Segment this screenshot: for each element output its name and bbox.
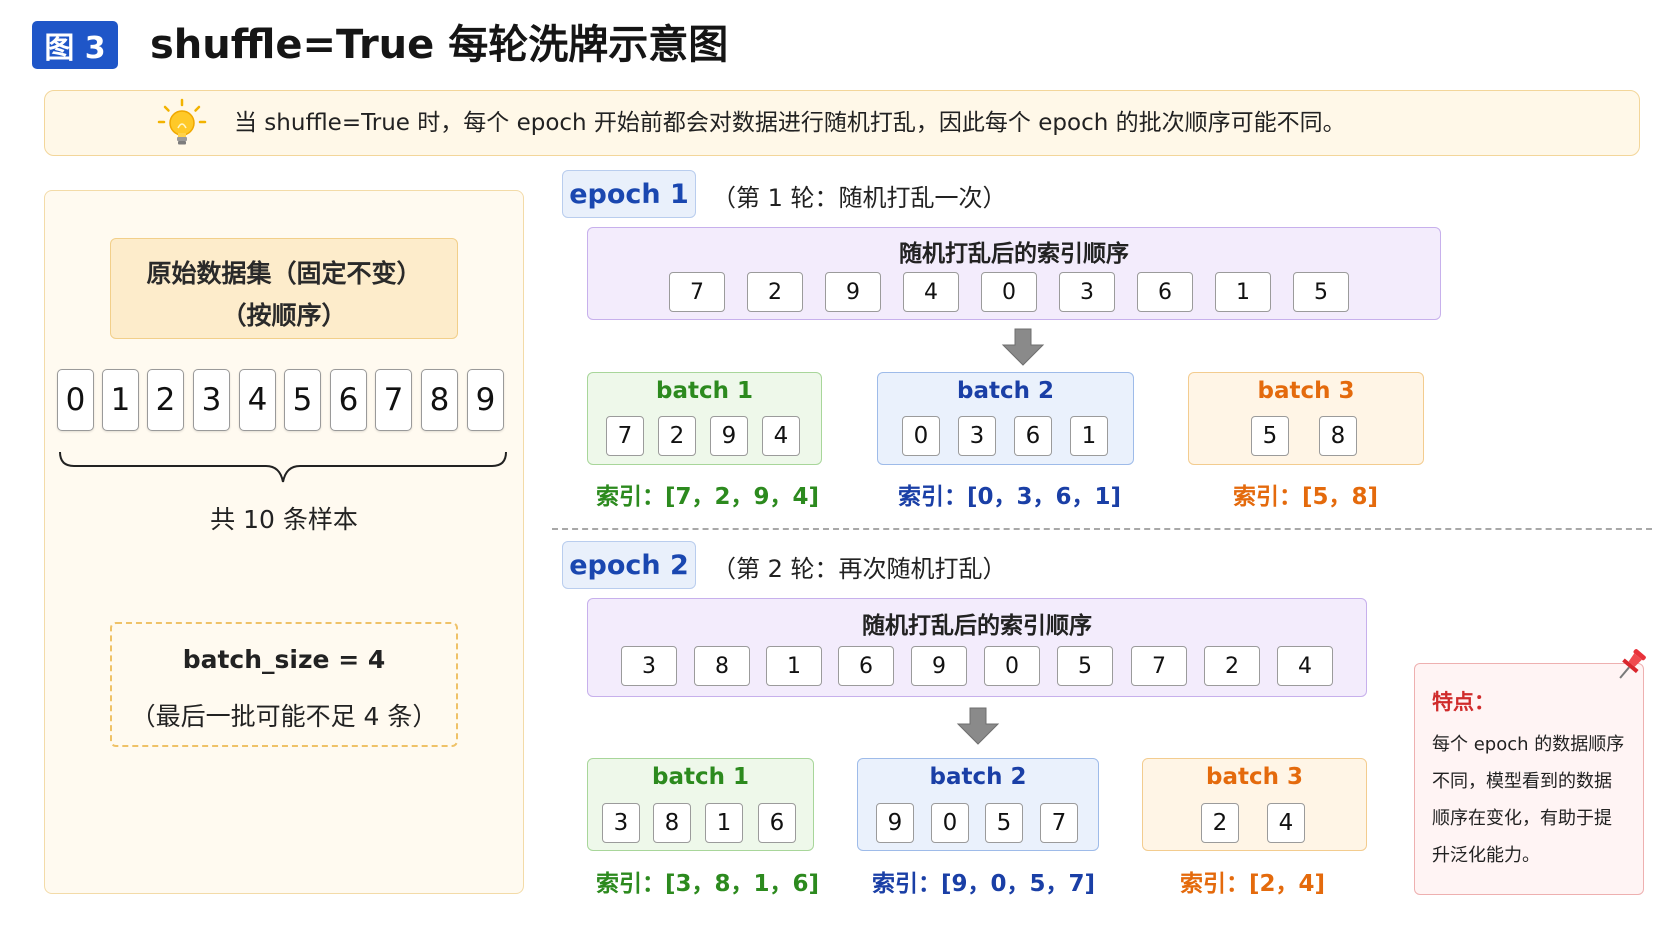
curly-brace <box>59 451 507 483</box>
page-title: shuffle=True 每轮洗牌示意图 <box>150 22 729 68</box>
order-cell: 9 <box>825 272 881 312</box>
batch-cell: 2 <box>658 416 696 456</box>
sample-cell: 7 <box>375 369 412 431</box>
sample-cell: 1 <box>102 369 139 431</box>
epoch-1-desc: （第 1 轮：随机打乱一次） <box>712 184 1007 212</box>
batch-cell: 5 <box>1251 416 1289 456</box>
order-cell: 5 <box>1293 272 1349 312</box>
order-cell: 6 <box>838 646 894 686</box>
dataset-subtitle: （按顺序） <box>221 301 347 330</box>
epoch-2-shuffle-title: 随机打乱后的索引顺序 <box>862 613 1092 639</box>
epoch-divider <box>552 528 1652 530</box>
batch-cell: 9 <box>876 803 914 843</box>
note-text: 当 shuffle=True 时，每个 epoch 开始前都会对数据进行随机打乱… <box>234 110 1346 136</box>
order-cell: 8 <box>694 646 750 686</box>
sample-cell: 4 <box>239 369 276 431</box>
batch-index-text: 索引：[2，4] <box>1180 871 1326 897</box>
batch-title: batch 1 <box>656 378 753 404</box>
batch-size-label: batch_size = 4 <box>182 645 386 674</box>
sample-cell: 9 <box>467 369 504 431</box>
batch-title: batch 3 <box>1257 378 1355 404</box>
order-cell: 1 <box>1215 272 1271 312</box>
feature-line: 顺序在变化，有助于提 <box>1432 808 1612 829</box>
order-cell: 0 <box>981 272 1037 312</box>
sample-cell: 3 <box>193 369 230 431</box>
batch-cell: 7 <box>606 416 644 456</box>
order-cell: 2 <box>747 272 803 312</box>
sample-cell: 8 <box>421 369 458 431</box>
batch-cell: 0 <box>931 803 969 843</box>
batch-cell: 2 <box>1201 803 1239 843</box>
batch-cell: 1 <box>705 803 743 843</box>
order-cell: 7 <box>669 272 725 312</box>
batch-cell: 9 <box>710 416 748 456</box>
feature-line: 每个 epoch 的数据顺序 <box>1432 734 1625 755</box>
order-cell: 0 <box>984 646 1040 686</box>
epoch-2-desc: （第 2 轮：再次随机打乱） <box>712 555 1007 583</box>
batch-index-text: 索引：[0，3，6，1] <box>898 484 1122 510</box>
sample-cell: 2 <box>147 369 184 431</box>
order-cell: 3 <box>1059 272 1115 312</box>
batch-cell: 0 <box>902 416 940 456</box>
feature-body: 每个 epoch 的数据顺序 不同，模型看到的数据 顺序在变化，有助于提 升泛化… <box>1432 726 1638 874</box>
order-cell: 7 <box>1131 646 1187 686</box>
order-cell: 2 <box>1204 646 1260 686</box>
feature-title: 特点： <box>1432 690 1495 714</box>
feature-line: 不同，模型看到的数据 <box>1432 771 1612 792</box>
batch-cell: 1 <box>1070 416 1108 456</box>
batch-size-note: （最后一批可能不足 4 条） <box>130 702 438 731</box>
feature-line: 升泛化能力。 <box>1432 845 1540 866</box>
batch-cell: 4 <box>1267 803 1305 843</box>
sample-cell: 5 <box>284 369 321 431</box>
batch-cell: 5 <box>985 803 1023 843</box>
batch-cell: 7 <box>1040 803 1078 843</box>
batch-index-text: 索引：[7，2，9，4] <box>596 484 820 510</box>
batch-title: batch 2 <box>957 378 1054 404</box>
original-dataset-box: 原始数据集（固定不变） （按顺序） <box>110 238 458 339</box>
order-cell: 3 <box>621 646 677 686</box>
lightbulb-icon <box>157 98 207 145</box>
sample-count: 共 10 条样本 <box>210 505 358 534</box>
epoch-1-tag: epoch 1 <box>562 170 696 218</box>
sample-cell: 6 <box>330 369 367 431</box>
batch-index-text: 索引：[3，8，1，6] <box>596 871 820 897</box>
dataset-title: 原始数据集（固定不变） <box>146 259 422 288</box>
batch-cell: 8 <box>653 803 691 843</box>
order-cell: 4 <box>903 272 959 312</box>
order-cell: 4 <box>1277 646 1333 686</box>
arrow-down-icon <box>956 707 1000 745</box>
batch-cell: 6 <box>758 803 796 843</box>
pushpin-icon <box>1619 649 1646 679</box>
batch-title: batch 2 <box>929 764 1027 790</box>
arrow-down-icon <box>1001 328 1045 366</box>
sample-cell: 0 <box>57 369 94 431</box>
batch-cell: 3 <box>602 803 640 843</box>
epoch-2-tag: epoch 2 <box>562 541 696 589</box>
batch-cell: 6 <box>1014 416 1052 456</box>
batch-title: batch 1 <box>652 764 749 790</box>
order-cell: 1 <box>766 646 822 686</box>
batch-index-text: 索引：[5，8] <box>1233 484 1379 510</box>
figure-badge: 图 3 <box>32 21 118 69</box>
order-cell: 9 <box>911 646 967 686</box>
order-cell: 6 <box>1137 272 1193 312</box>
batch-cell: 3 <box>958 416 996 456</box>
batch-cell: 8 <box>1319 416 1357 456</box>
epoch-1-shuffle-title: 随机打乱后的索引顺序 <box>899 241 1129 267</box>
batch-title: batch 3 <box>1206 764 1303 790</box>
order-cell: 5 <box>1057 646 1113 686</box>
batch-cell: 4 <box>762 416 800 456</box>
batch-index-text: 索引：[9，0，5，7] <box>872 871 1096 897</box>
